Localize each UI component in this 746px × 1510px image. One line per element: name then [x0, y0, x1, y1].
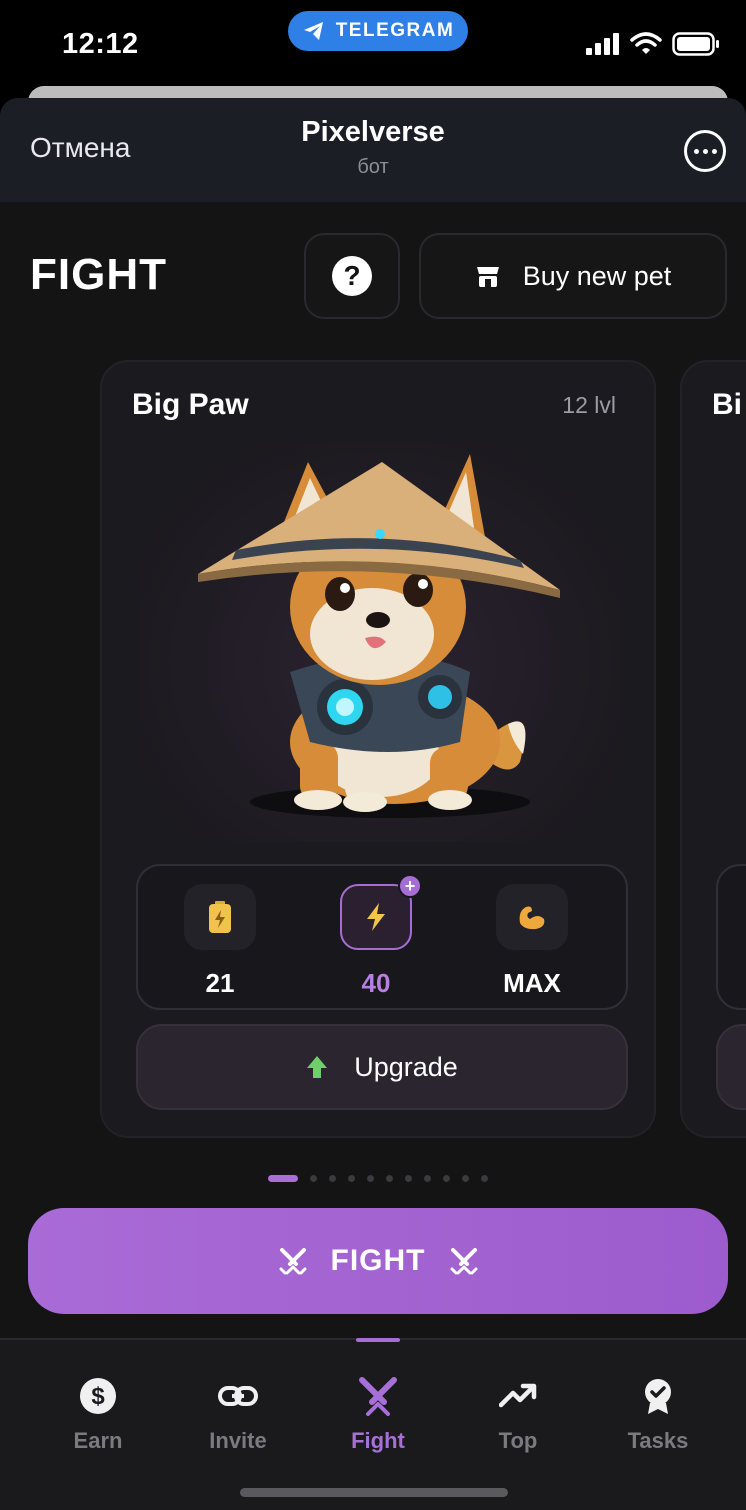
shiba-pet-illustration	[198, 454, 560, 818]
pager-dot[interactable]	[386, 1175, 393, 1182]
active-tab-indicator	[356, 1338, 400, 1342]
stat-strength-value: MAX	[503, 968, 561, 998]
next-upgrade-button[interactable]	[716, 1024, 746, 1110]
status-icons	[586, 32, 720, 56]
telegram-pill[interactable]: TELEGRAM	[288, 11, 468, 51]
telegram-plane-icon	[303, 22, 323, 40]
pager-dot[interactable]	[405, 1175, 412, 1182]
arrow-up-icon	[307, 1056, 328, 1078]
pager-dot[interactable]	[329, 1175, 336, 1182]
fight-button[interactable]: FIGHT	[28, 1208, 728, 1314]
bot-title: Pixelverse	[301, 116, 445, 148]
buy-new-pet-button[interactable]: Buy new pet	[419, 233, 727, 319]
more-options-button[interactable]	[684, 130, 726, 172]
trend-up-icon	[499, 1383, 537, 1408]
next-pet-stats	[716, 864, 746, 1010]
svg-text:$: $	[91, 1383, 105, 1410]
badge-icon	[645, 1379, 671, 1414]
tab-invite-label: Invite	[209, 1428, 267, 1453]
dollar-icon: $	[80, 1378, 116, 1414]
help-button[interactable]: ?	[304, 233, 400, 319]
swords-icon	[279, 1248, 306, 1275]
stat-power-tile[interactable]: +	[340, 874, 422, 950]
tab-fight[interactable]: Fight	[318, 1376, 438, 1454]
more-dot-icon	[693, 148, 699, 154]
more-dot-icon	[711, 148, 717, 154]
lightning-icon	[367, 903, 385, 931]
stat-energy: 21	[182, 884, 258, 999]
upgrade-label: Upgrade	[354, 1051, 458, 1082]
next-pet-name: Bi	[712, 388, 742, 421]
status-time: 12:12	[62, 28, 139, 60]
stat-strength-tile	[496, 884, 568, 950]
pager-dot[interactable]	[310, 1175, 317, 1182]
next-pet-card[interactable]: Bi	[680, 360, 746, 1138]
carousel-pager	[268, 1175, 488, 1182]
bot-subtitle: бот	[357, 156, 389, 178]
status-bar: 12:12 TELEGRAM	[0, 0, 746, 90]
home-indicator[interactable]	[240, 1488, 508, 1497]
pager-dot[interactable]	[443, 1175, 450, 1182]
wifi-icon	[630, 32, 662, 54]
upgrade-button[interactable]: Upgrade	[136, 1024, 628, 1110]
pet-name: Big Paw	[132, 388, 249, 421]
add-point-badge[interactable]: +	[398, 874, 422, 898]
tab-invite[interactable]: Invite	[178, 1376, 298, 1454]
swords-icon	[359, 1377, 397, 1416]
signal-icon	[586, 33, 619, 55]
question-icon: ?	[332, 256, 372, 296]
pet-stats: 21 + 40 MAX	[136, 864, 628, 1010]
tab-earn[interactable]: $ Earn	[38, 1376, 158, 1454]
pager-dot[interactable]	[367, 1175, 374, 1182]
stat-strength: MAX	[494, 884, 570, 999]
page-title: FIGHT	[30, 250, 167, 299]
tab-top-label: Top	[498, 1428, 538, 1453]
fight-button-label: FIGHT	[330, 1244, 426, 1277]
buy-new-pet-label: Buy new pet	[522, 260, 672, 291]
stat-power[interactable]: + 40	[338, 874, 422, 999]
pet-level: 12 lvl	[562, 392, 616, 418]
battery-icon	[209, 901, 231, 933]
stat-energy-tile	[184, 884, 256, 950]
tab-tasks[interactable]: Tasks	[598, 1376, 718, 1454]
shop-icon	[476, 267, 499, 287]
stat-power-value: 40	[361, 968, 391, 998]
battery-status-icon	[672, 32, 719, 56]
mini-app: Отмена Pixelverse бот FIGHT ? Buy new pe…	[0, 98, 746, 1510]
telegram-header: Отмена Pixelverse бот	[0, 98, 746, 202]
pet-card[interactable]: Big Paw 12 lvl 21 + 40 MAX Upgrade	[100, 360, 656, 1138]
pager-dot[interactable]	[481, 1175, 488, 1182]
pet-image	[140, 442, 620, 842]
tab-earn-label: Earn	[73, 1428, 123, 1453]
tab-fight-label: Fight	[351, 1428, 405, 1453]
pager-dot[interactable]	[348, 1175, 355, 1182]
telegram-pill-label: TELEGRAM	[335, 20, 455, 41]
bottom-tab-bar: $ Earn Invite Fight Top Tasks	[0, 1338, 746, 1510]
stat-energy-value: 21	[205, 968, 235, 998]
more-dot-icon	[702, 148, 708, 154]
swords-icon	[450, 1248, 477, 1275]
pager-dot[interactable]	[424, 1175, 431, 1182]
tab-tasks-label: Tasks	[627, 1428, 689, 1453]
tab-top[interactable]: Top	[458, 1376, 578, 1454]
pager-dot[interactable]	[268, 1175, 298, 1182]
muscle-icon	[519, 906, 545, 930]
link-icon	[218, 1386, 258, 1406]
pager-dot[interactable]	[462, 1175, 469, 1182]
